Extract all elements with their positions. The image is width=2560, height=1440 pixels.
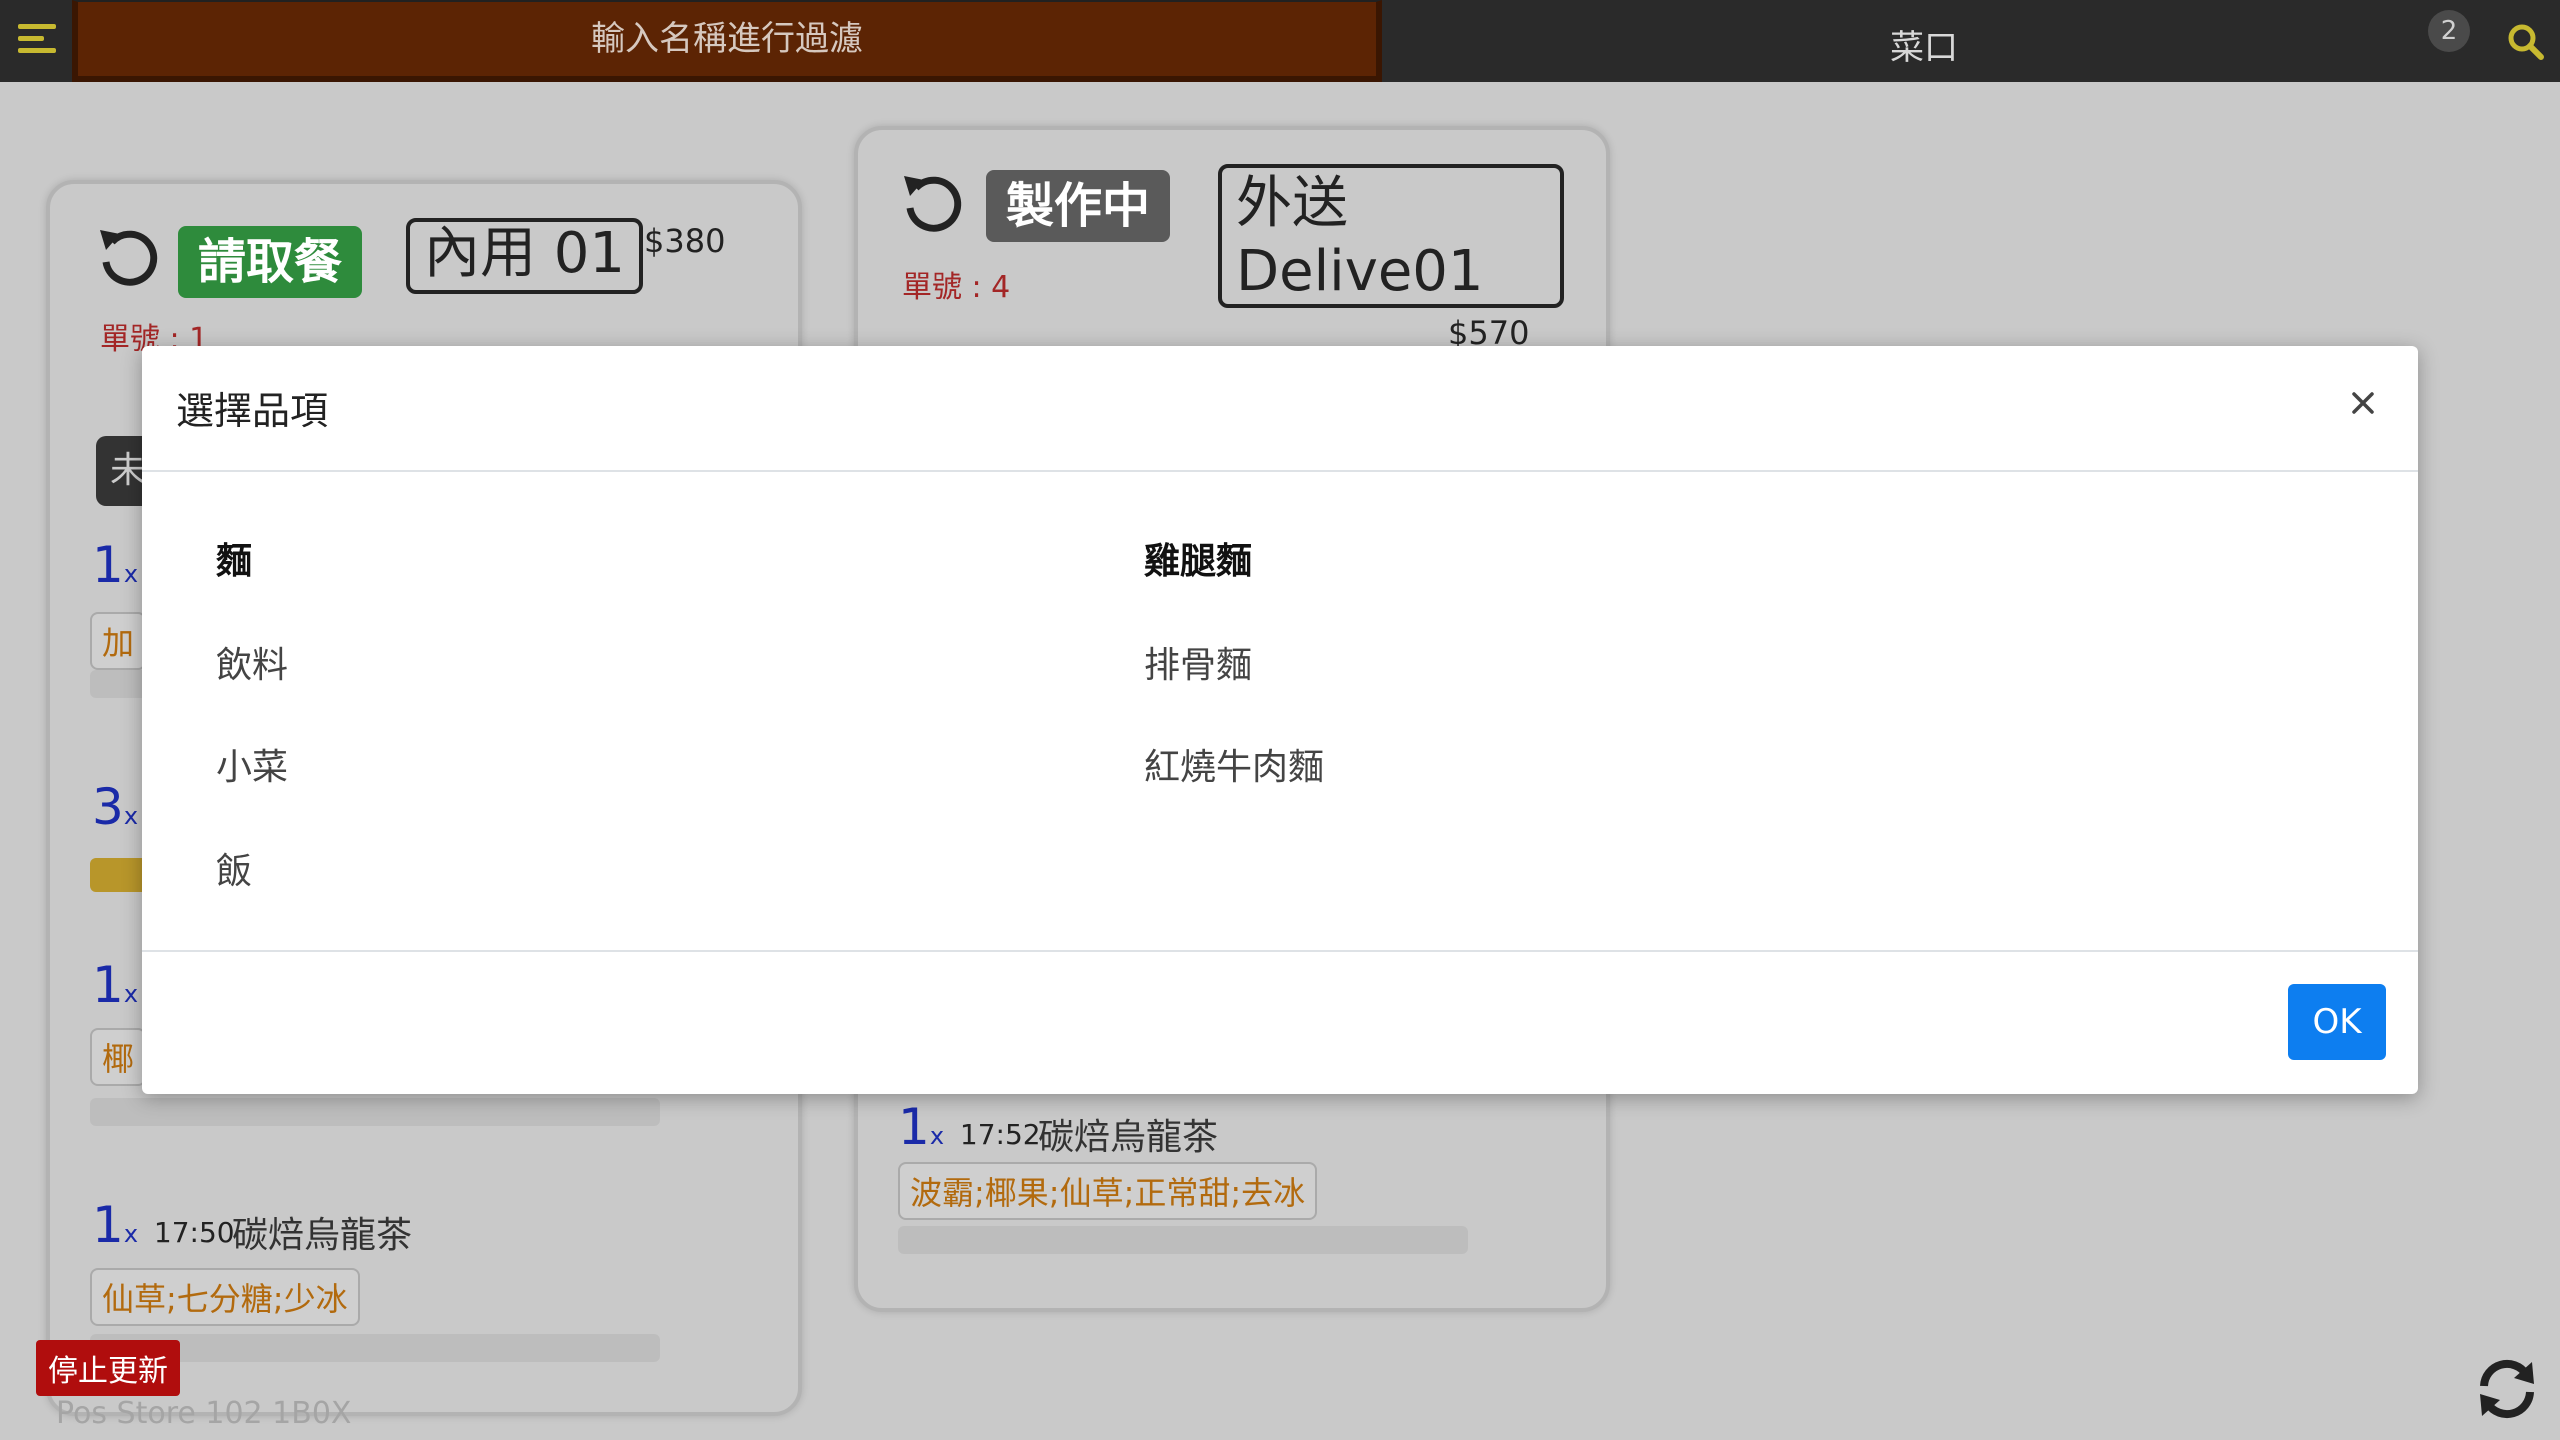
category-option[interactable]: 麵 <box>216 532 252 584</box>
category-option[interactable]: 小菜 <box>216 738 288 790</box>
dialog-header: 選擇品項 <box>142 346 2418 472</box>
select-item-dialog: 選擇品項 麵 飲料 小菜 飯 雞腿麵 排骨麵 紅燒牛肉麵 OK <box>142 346 2418 1094</box>
close-icon[interactable] <box>2344 384 2382 422</box>
ok-button[interactable]: OK <box>2288 984 2386 1060</box>
dialog-body: 麵 飲料 小菜 飯 雞腿麵 排骨麵 紅燒牛肉麵 <box>142 472 2418 952</box>
category-option[interactable]: 飲料 <box>216 636 288 688</box>
item-option[interactable]: 排骨麵 <box>1144 636 1252 688</box>
category-option[interactable]: 飯 <box>216 842 252 894</box>
item-option[interactable]: 紅燒牛肉麵 <box>1144 738 1324 790</box>
item-option[interactable]: 雞腿麵 <box>1144 532 1252 584</box>
dialog-title: 選擇品項 <box>176 389 329 433</box>
